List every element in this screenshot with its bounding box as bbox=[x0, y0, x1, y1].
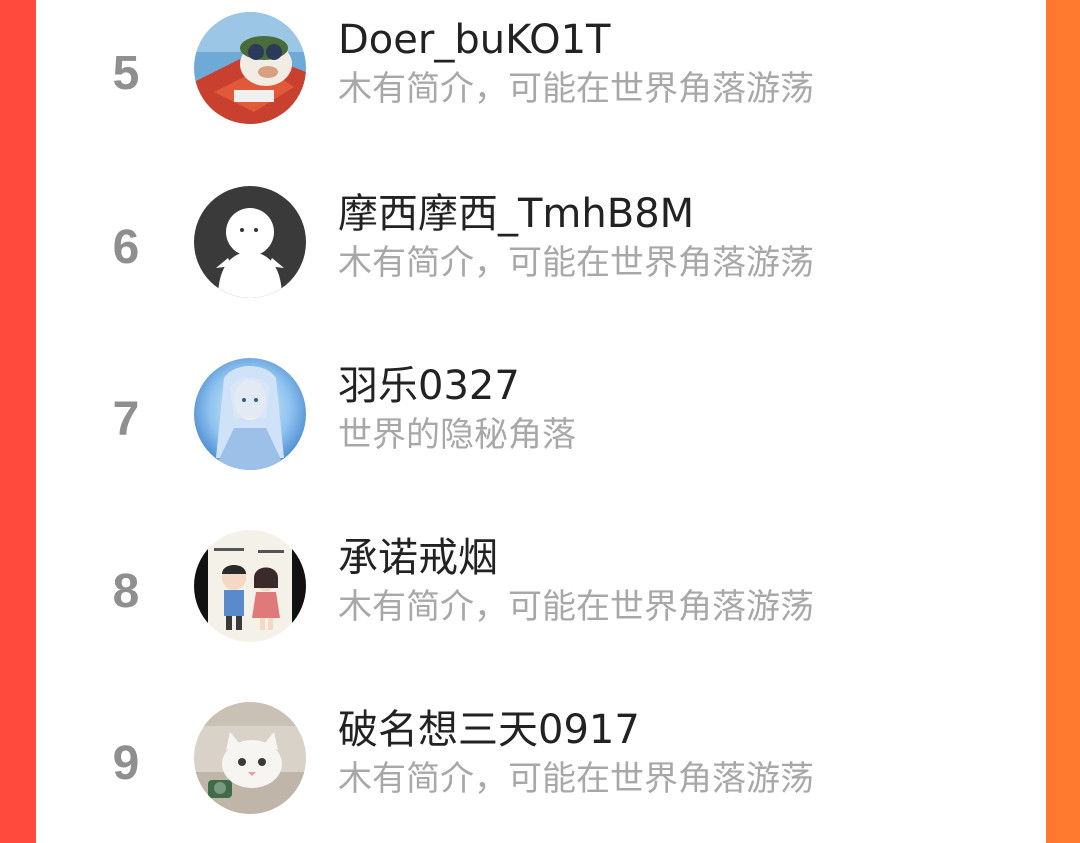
user-bio: 木有简介，可能在世界角落游荡 bbox=[338, 587, 814, 627]
cartoon-pilot-avatar-icon bbox=[194, 12, 306, 124]
user-bio: 世界的隐秘角落 bbox=[338, 415, 576, 455]
user-bio: 木有简介，可能在世界角落游荡 bbox=[338, 69, 814, 109]
user-avatar[interactable] bbox=[194, 186, 306, 298]
ranking-row[interactable]: 7 羽乐0327 世界的隐秘角落 bbox=[36, 346, 1046, 518]
user-bio: 木有简介，可能在世界角落游荡 bbox=[338, 759, 814, 799]
cat-photo-avatar-icon bbox=[194, 702, 306, 814]
user-name[interactable]: Doer_buKO1T bbox=[338, 16, 610, 64]
ranking-row[interactable]: 5 Doer_buKO1T 木有简介，可能在世界角落游荡 bbox=[36, 0, 1046, 172]
user-name[interactable]: 羽乐0327 bbox=[338, 362, 520, 410]
rank-number: 9 bbox=[112, 737, 140, 790]
user-name[interactable]: 摩西摩西_TmhB8M bbox=[338, 190, 694, 238]
user-name[interactable]: 承诺戒烟 bbox=[338, 534, 498, 582]
default-user-avatar-icon bbox=[194, 186, 306, 298]
user-avatar[interactable] bbox=[194, 702, 306, 814]
user-avatar[interactable] bbox=[194, 358, 306, 470]
ranking-list-panel: 5 Doer_buKO1T 木有简介，可能在世界角落游荡 6 摩西摩西_TmhB… bbox=[36, 0, 1046, 843]
ranking-row[interactable]: 8 承诺戒烟 木有简介，可能在世界角落游荡 bbox=[36, 518, 1046, 690]
ranking-row[interactable]: 9 破名想三天0917 木有简介，可能在世界角落游荡 bbox=[36, 690, 1046, 843]
rank-number: 6 bbox=[112, 221, 140, 274]
anime-character-avatar-icon bbox=[194, 358, 306, 470]
user-avatar[interactable] bbox=[194, 530, 306, 642]
ranking-row[interactable]: 6 摩西摩西_TmhB8M 木有简介，可能在世界角落游荡 bbox=[36, 174, 1046, 346]
ranking-page: 5 Doer_buKO1T 木有简介，可能在世界角落游荡 6 摩西摩西_TmhB… bbox=[0, 0, 1080, 843]
user-name[interactable]: 破名想三天0917 bbox=[338, 706, 640, 754]
rank-number: 8 bbox=[112, 565, 140, 618]
user-avatar[interactable] bbox=[194, 12, 306, 124]
cartoon-couple-avatar-icon bbox=[194, 530, 306, 642]
rank-number: 5 bbox=[112, 47, 140, 100]
rank-number: 7 bbox=[112, 393, 140, 446]
user-bio: 木有简介，可能在世界角落游荡 bbox=[338, 243, 814, 283]
